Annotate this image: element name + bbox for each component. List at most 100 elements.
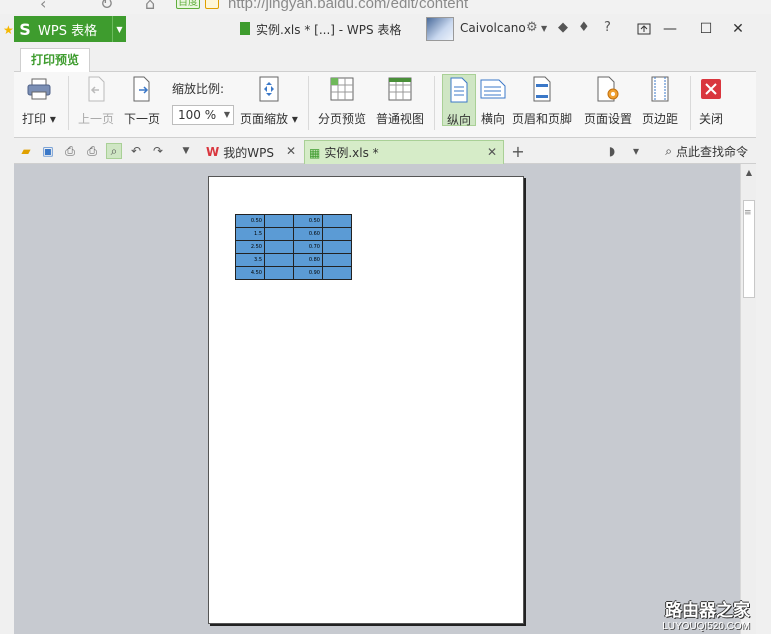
table-row: 4.50 0.90 (235, 266, 352, 280)
cell: 0.60 (293, 227, 323, 241)
portrait-button[interactable]: 纵向 (442, 74, 476, 127)
print-preview-icon[interactable]: ⌕ (106, 143, 122, 159)
portrait-label: 纵向 (446, 113, 471, 127)
browser-home-icon[interactable]: ⌂ (145, 0, 155, 13)
skin-icon[interactable]: ◆ (558, 20, 568, 35)
page-zoom-button[interactable]: 页面缩放 ▾ (240, 76, 298, 127)
title-bar: ★ S WPS 表格 ▼ 实例.xls * [...] - WPS 表格 Cai… (0, 14, 771, 44)
undo-icon[interactable]: ↶ (128, 143, 144, 159)
quick-print-icon[interactable]: ⎙ (84, 143, 100, 159)
landscape-button[interactable]: 横向 (480, 76, 506, 127)
cell: 3.5 (235, 253, 265, 267)
close-window-icon[interactable]: ✕ (726, 17, 750, 41)
app-menu-button[interactable]: S WPS 表格 ▼ (14, 16, 126, 42)
avatar[interactable] (426, 17, 454, 41)
browser-back-icon[interactable]: ‹ (40, 0, 46, 13)
browser-address-strip: ‹ ↻ ⌂ 百度 http://jingyan.baidu.com/edit/c… (0, 0, 771, 14)
page-break-preview-label: 分页预览 (318, 112, 367, 126)
tab-close-icon[interactable]: ✕ (487, 145, 497, 159)
header-footer-button[interactable]: 页眉和页脚 (512, 76, 572, 127)
table-row: 3.5 0.80 (235, 253, 352, 267)
scroll-grip-icon: ≡ (744, 208, 752, 218)
page-break-preview-icon (329, 76, 355, 102)
browser-url[interactable]: http://jingyan.baidu.com/edit/content (228, 0, 468, 12)
ribbon-separator (690, 76, 691, 130)
margins-label: 页边距 (642, 112, 679, 126)
browser-refresh-icon[interactable]: ↻ (100, 0, 113, 13)
page-setup-button[interactable]: 页面设置 (584, 76, 632, 127)
normal-view-icon (387, 76, 413, 102)
tab-close-icon[interactable]: ✕ (286, 144, 296, 158)
watermark-url: LUYOUQI520.COM (662, 621, 750, 632)
cell (264, 266, 294, 280)
cell (264, 227, 294, 241)
close-preview-label: 关闭 (698, 112, 723, 126)
portrait-icon (446, 77, 472, 103)
prev-page-button[interactable]: 上一页 (78, 76, 114, 127)
app-name: WPS 表格 (38, 23, 98, 39)
doc-tab-label: 实例.xls * (324, 146, 379, 160)
cell (322, 214, 352, 228)
notification-icon[interactable]: ⚙ (526, 20, 538, 35)
user-dropdown-icon[interactable]: ▼ (541, 24, 547, 33)
print-button[interactable]: 打印 ▾ (22, 76, 56, 127)
baidu-chip[interactable]: 百度 (176, 0, 200, 9)
page-break-preview-button[interactable]: 分页预览 (318, 76, 366, 127)
doc-tab-my-wps[interactable]: W 我的WPS ✕ (202, 140, 302, 164)
margins-button[interactable]: 页边距 (642, 76, 678, 127)
print-preview-area: 0.50 0.50 1.5 0.60 2.50 0.70 3.5 0.80 4.… (14, 164, 756, 634)
cell: 1.5 (235, 227, 265, 241)
printer-icon (26, 76, 52, 102)
doc-tab-example-xls[interactable]: ▦ 实例.xls * ✕ (304, 140, 504, 164)
bookmark-icon[interactable] (205, 0, 219, 9)
zoom-label: 缩放比例: (172, 82, 225, 96)
dropdown-list-icon[interactable]: ▾ (628, 143, 644, 159)
customize-dropdown-icon[interactable]: ▼ (178, 143, 194, 159)
cell: 0.50 (293, 214, 323, 228)
restore-window-icon[interactable] (632, 17, 656, 41)
username[interactable]: Caivolcano (460, 21, 526, 35)
find-command-label: 点此查找命令 (675, 145, 748, 159)
find-command[interactable]: ⌕ 点此查找命令 (665, 143, 748, 160)
vertical-scrollbar[interactable]: ▲ ≡ (740, 164, 756, 634)
table-row: 2.50 0.70 (235, 240, 352, 254)
spreadsheet-doc-icon (240, 22, 250, 35)
watermark-title: 路由器之家 (665, 601, 750, 621)
normal-view-label: 普通视图 (376, 112, 425, 126)
header-footer-icon (529, 76, 555, 102)
export-pdf-icon[interactable]: ⎙ (62, 143, 78, 159)
margins-icon (647, 76, 673, 102)
redo-icon[interactable]: ↷ (150, 143, 166, 159)
scroll-up-icon[interactable]: ▲ (741, 168, 757, 177)
star-icon: ★ (3, 23, 14, 37)
wps-w-icon: W (206, 145, 220, 159)
window-title: 实例.xls * [...] - WPS 表格 (256, 23, 402, 37)
cell (322, 266, 352, 280)
cell (264, 253, 294, 267)
search-icon: ⌕ (665, 144, 672, 158)
table-row: 0.50 0.50 (235, 214, 352, 228)
tab-print-preview[interactable]: 打印预览 (20, 48, 91, 72)
app-menu-dropdown-icon[interactable]: ▼ (112, 16, 126, 42)
cell (264, 240, 294, 254)
doc-settings-icon[interactable]: ◗ (604, 143, 620, 159)
help-icon[interactable]: ? (604, 20, 611, 35)
zoom-dropdown-icon[interactable]: ▼ (224, 106, 230, 124)
next-page-button[interactable]: 下一页 (124, 76, 160, 127)
ribbon-tabbar: 打印预览 (14, 44, 756, 72)
zoom-select[interactable]: 100 % ▼ (172, 105, 234, 125)
ribbon-separator (68, 76, 69, 130)
save-icon[interactable]: ▣ (40, 143, 56, 159)
prev-page-icon (83, 76, 109, 102)
maximize-icon[interactable]: ☐ (694, 17, 718, 41)
doc-tab-label: 我的WPS (223, 145, 274, 160)
open-folder-icon[interactable]: ▰ (18, 143, 34, 159)
minimize-icon[interactable]: — (658, 17, 682, 41)
landscape-label: 横向 (480, 112, 505, 126)
tshirt-icon[interactable]: ♦ (578, 20, 590, 35)
cell (322, 253, 352, 267)
cell: 2.50 (235, 240, 265, 254)
new-tab-plus-icon[interactable]: + (510, 142, 526, 161)
normal-view-button[interactable]: 普通视图 (376, 76, 424, 127)
close-preview-button[interactable]: 关闭 (698, 76, 724, 127)
